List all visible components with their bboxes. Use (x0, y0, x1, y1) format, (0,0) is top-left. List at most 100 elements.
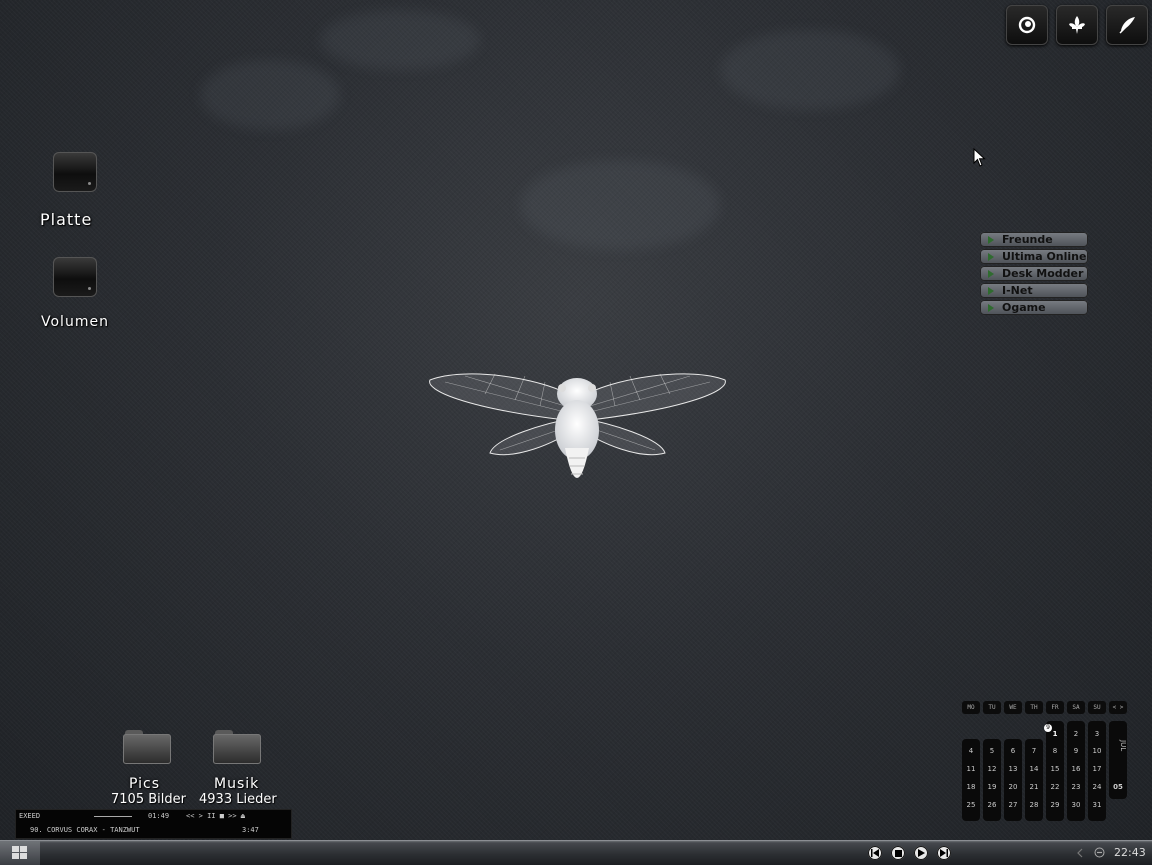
musik-label[interactable]: Musik (214, 776, 259, 792)
previous-icon (871, 849, 879, 857)
day-header: TU (983, 701, 1001, 714)
day-header: WE (1004, 701, 1022, 714)
calendar-day[interactable]: 31 (1088, 801, 1106, 809)
calendar-day[interactable]: 30 (1067, 801, 1085, 809)
calendar-nav-button[interactable]: < > (1109, 701, 1127, 714)
calendar-day[interactable]: 18 (962, 783, 980, 791)
wallpaper-stain (320, 10, 480, 70)
calendar-day[interactable]: 12 (983, 765, 1001, 773)
menu-item-label: Desk Modder (1002, 267, 1084, 280)
wallpaper-stain (200, 60, 340, 130)
stop-icon (894, 849, 902, 857)
quicklaunch-button-fleur[interactable] (1056, 5, 1098, 45)
platte-drive-icon[interactable] (51, 148, 99, 194)
play-button[interactable] (914, 846, 928, 860)
stop-button[interactable] (891, 846, 905, 860)
calendar-day[interactable]: 13 (1004, 765, 1022, 773)
calendar-day[interactable]: 6 (1004, 747, 1022, 755)
start-button[interactable] (0, 841, 40, 865)
play-arrow-icon (988, 252, 994, 261)
calendar-day[interactable]: 23 (1067, 783, 1085, 791)
next-icon (940, 849, 948, 857)
calendar-day[interactable]: 16 (1067, 765, 1085, 773)
menu-item-label: Ultima Online (1002, 250, 1087, 263)
day-header: FR (1046, 701, 1064, 714)
wallpaper-stain (520, 160, 720, 250)
calendar-day[interactable]: 11 (962, 765, 980, 773)
menu-item-label: Ogame (1002, 301, 1046, 314)
musik-folder-icon[interactable] (213, 730, 261, 764)
mouse-cursor-icon (973, 148, 986, 167)
player-controls[interactable]: << > II ■ >> ⏏ (186, 812, 245, 820)
calendar-day[interactable]: 15 (1046, 765, 1064, 773)
menu-item-ultima-online[interactable]: Ultima Online (980, 249, 1088, 264)
previous-button[interactable] (868, 846, 882, 860)
cicada-wallpaper-art (429, 373, 726, 478)
menu-item-ogame[interactable]: Ogame (980, 300, 1088, 315)
calendar-day[interactable]: 25 (962, 801, 980, 809)
calendar-day[interactable]: 17 (1088, 765, 1106, 773)
calendar-day[interactable]: 9 (1067, 747, 1085, 755)
wallpaper-stain (720, 30, 900, 110)
calendar-day[interactable]: 5 (983, 747, 1001, 755)
pics-label[interactable]: Pics (129, 776, 160, 792)
menu-item-i-net[interactable]: I-Net (980, 283, 1088, 298)
calendar-day[interactable]: 1 (1046, 730, 1064, 738)
month-label: JUL (1119, 740, 1127, 752)
menu-item-freunde[interactable]: Freunde (980, 232, 1088, 247)
play-arrow-icon (988, 269, 994, 278)
play-arrow-icon (988, 303, 994, 312)
volumen-drive-icon[interactable] (51, 253, 99, 299)
calendar-day[interactable]: 28 (1025, 801, 1043, 809)
player-seek-bar[interactable] (94, 816, 132, 817)
menu-item-label: Freunde (1002, 233, 1053, 246)
calendar-day[interactable]: 10 (1088, 747, 1106, 755)
player-track-title: 90. CORVUS CORAX - TANZWUT (30, 826, 140, 834)
calendar-day[interactable]: 4 (962, 747, 980, 755)
calendar-day[interactable]: 19 (983, 783, 1001, 791)
year-label: 05 (1113, 783, 1123, 791)
tray-expand-icon[interactable] (1076, 848, 1084, 858)
menu-item-label: I-Net (1002, 284, 1033, 297)
calendar-day[interactable]: 7 (1025, 747, 1043, 755)
link-menu: Freunde Ultima Online Desk Modder I-Net … (980, 232, 1088, 317)
taskbar-clock[interactable]: 22:43 (1114, 846, 1146, 859)
play-arrow-icon (988, 286, 994, 295)
swirl-icon (1018, 16, 1036, 34)
pics-count: 7105 Bilder (111, 792, 186, 807)
day-header: SA (1067, 701, 1085, 714)
menu-item-desk-modder[interactable]: Desk Modder (980, 266, 1088, 281)
taskbar: 22:43 (0, 840, 1152, 865)
musik-count: 4933 Lieder (199, 792, 277, 807)
player-elapsed-time: 01:49 (148, 812, 170, 820)
calendar-day[interactable]: 22 (1046, 783, 1064, 791)
next-button[interactable] (937, 846, 951, 860)
player-name: EXEED (19, 812, 41, 820)
play-arrow-icon (988, 235, 994, 244)
day-header: MO (962, 701, 980, 714)
media-player: EXEED 01:49 << > II ■ >> ⏏ 90. CORVUS CO… (15, 809, 292, 839)
day-header: SU (1088, 701, 1106, 714)
calendar-day[interactable]: 2 (1067, 730, 1085, 738)
play-icon (917, 849, 925, 857)
calendar-day[interactable]: 8 (1046, 747, 1064, 755)
fleur-de-lis-icon (1069, 16, 1085, 34)
player-track-duration: 3:47 (242, 826, 259, 834)
calendar-day[interactable]: 20 (1004, 783, 1022, 791)
tray-volume-icon[interactable] (1094, 847, 1105, 858)
pics-folder-icon[interactable] (123, 730, 171, 764)
calendar-day[interactable]: 24 (1088, 783, 1106, 791)
platte-label[interactable]: Platte (40, 210, 92, 229)
calendar-day[interactable]: 3 (1088, 730, 1106, 738)
calendar-day[interactable]: 27 (1004, 801, 1022, 809)
calendar-day[interactable]: 21 (1025, 783, 1043, 791)
day-header: TH (1025, 701, 1043, 714)
calendar-day[interactable]: 14 (1025, 765, 1043, 773)
quicklaunch-button-swirl[interactable] (1006, 5, 1048, 45)
quicklaunch-button-feather[interactable] (1106, 5, 1148, 45)
volumen-label[interactable]: Volumen (41, 314, 109, 330)
feather-icon (1119, 17, 1135, 34)
calendar-day[interactable]: 26 (983, 801, 1001, 809)
calendar-day[interactable]: 29 (1046, 801, 1064, 809)
windows-logo-icon (12, 846, 27, 859)
